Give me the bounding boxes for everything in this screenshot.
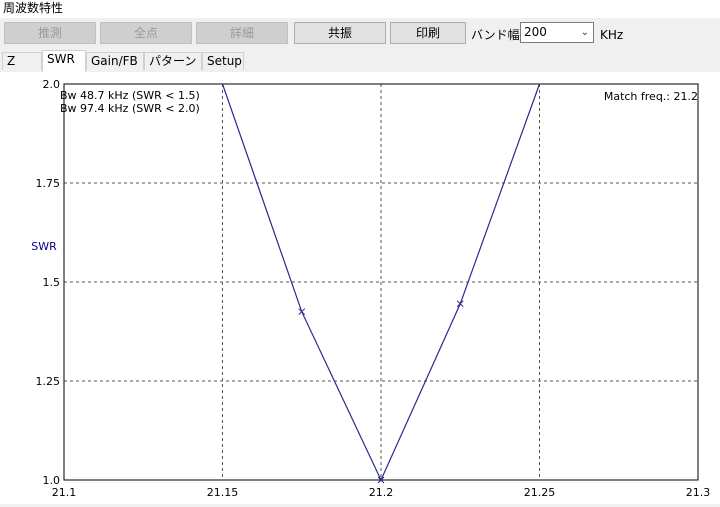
bandwidth-annotation-2: Bw 97.4 kHz (SWR < 2.0) (60, 102, 200, 115)
bandwidth-select[interactable]: 200 ⌄ (520, 22, 594, 43)
match-frequency-label: Match freq.: 21.2 (604, 90, 698, 103)
y-tick-label: 1.5 (43, 276, 61, 289)
swr-marker (298, 308, 306, 316)
tab-z[interactable]: Z (2, 52, 42, 70)
resonance-button[interactable]: 共振 (294, 22, 386, 44)
swr-marker (456, 300, 464, 308)
x-tick-label: 21.25 (524, 486, 556, 499)
swr-chart-panel: 21.1 21.15 21.2 21.25 21.3 1.0 1.25 1.5 1.75 2.0 … (0, 72, 720, 504)
estimate-button[interactable]: 推測 (4, 22, 96, 44)
tab-pattern[interactable]: パターン (144, 52, 202, 70)
tab-strip: Z SWR Gain/FB パターン Setup (0, 50, 720, 73)
bandwidth-annotation-1: Bw 48.7 kHz (SWR < 1.5) (60, 89, 200, 102)
tab-setup[interactable]: Setup (202, 52, 244, 70)
y-tick-label: 1.75 (36, 177, 61, 190)
bandwidth-label: バンド幅 (471, 28, 520, 42)
all-points-button[interactable]: 全点 (100, 22, 192, 44)
x-tick-label: 21.1 (52, 486, 77, 499)
bandwidth-unit: KHz (600, 28, 624, 42)
bandwidth-value: 200 (524, 25, 547, 39)
x-tick-label: 21.3 (686, 486, 711, 499)
x-tick-label: 21.15 (207, 486, 239, 499)
swr-chart: 21.1 21.15 21.2 21.25 21.31.01.251.51.752.0 … (31, 78, 711, 499)
x-tick-label: 21.2 (369, 486, 394, 499)
tab-gain-fb[interactable]: Gain/FB (86, 52, 144, 70)
tab-swr[interactable]: SWR (42, 50, 86, 72)
toolbar: 推測 全点 詳細 共振 印刷 バンド幅 200 ⌄ KHz (0, 20, 720, 50)
details-button[interactable]: 詳細 (196, 22, 288, 44)
y-tick-label: 1.25 (36, 375, 61, 388)
chevron-down-icon[interactable]: ⌄ (581, 23, 589, 42)
print-button[interactable]: 印刷 (390, 22, 466, 44)
y-tick-label: 2.0 (43, 78, 61, 91)
y-axis-label: SWR (31, 240, 57, 253)
window-title: 周波数特性 (0, 0, 720, 18)
y-tick-label: 1.0 (43, 474, 61, 487)
